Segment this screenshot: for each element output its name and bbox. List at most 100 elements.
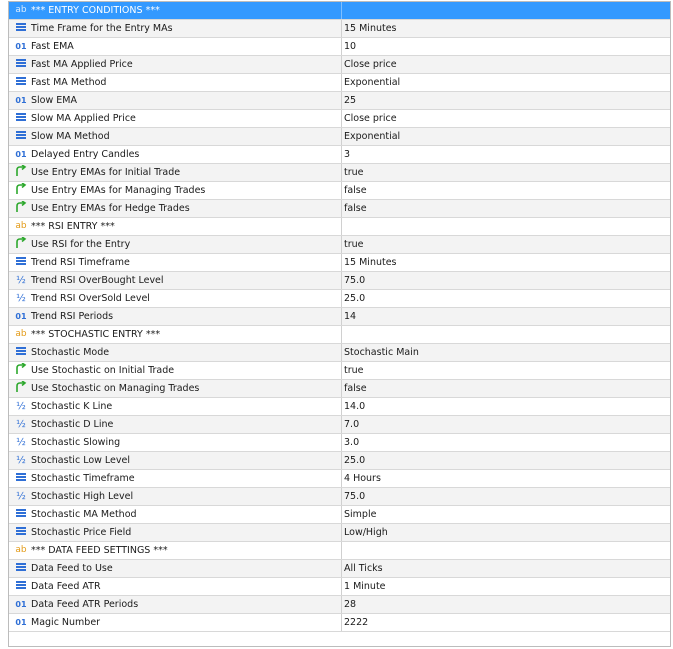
parameter-name-cell[interactable]: Fast MA Applied Price	[9, 56, 341, 73]
parameter-value[interactable]: 10	[344, 41, 356, 52]
parameter-value-cell[interactable]: 7.0	[341, 416, 670, 433]
parameter-value-cell[interactable]: 10	[341, 38, 670, 55]
parameter-value[interactable]: 3	[344, 149, 350, 160]
parameter-row[interactable]: 01 Trend RSI Periods 14	[9, 308, 670, 326]
parameter-name-cell[interactable]: Stochastic Mode	[9, 344, 341, 361]
parameter-name-cell[interactable]: Time Frame for the Entry MAs	[9, 20, 341, 37]
parameter-value-cell[interactable]: Low/High	[341, 524, 670, 541]
parameter-value-cell[interactable]: true	[341, 164, 670, 181]
parameter-value-cell[interactable]: 14.0	[341, 398, 670, 415]
parameter-name-cell[interactable]: ½ Stochastic D Line	[9, 416, 341, 433]
parameter-row[interactable]: Data Feed to Use All Ticks	[9, 560, 670, 578]
parameter-row[interactable]: 01 Delayed Entry Candles 3	[9, 146, 670, 164]
parameter-row[interactable]: Use RSI for the Entry true	[9, 236, 670, 254]
parameter-name-cell[interactable]: Fast MA Method	[9, 74, 341, 91]
parameter-name-cell[interactable]: 01 Trend RSI Periods	[9, 308, 341, 325]
parameter-row[interactable]: Use Entry EMAs for Managing Trades false	[9, 182, 670, 200]
parameter-value[interactable]: 25	[344, 95, 356, 106]
parameter-value-cell[interactable]: 75.0	[341, 488, 670, 505]
parameter-name-cell[interactable]: Stochastic MA Method	[9, 506, 341, 523]
parameter-value[interactable]: 15 Minutes	[344, 257, 397, 268]
parameter-value[interactable]: true	[344, 167, 364, 178]
parameter-name-cell[interactable]: Slow MA Method	[9, 128, 341, 145]
parameter-value-cell[interactable]: Exponential	[341, 74, 670, 91]
parameter-row[interactable]: 01 Data Feed ATR Periods 28	[9, 596, 670, 614]
parameter-row[interactable]: Slow MA Method Exponential	[9, 128, 670, 146]
parameter-value-cell[interactable]	[341, 2, 670, 19]
parameter-value-cell[interactable]: 15 Minutes	[341, 254, 670, 271]
parameter-value[interactable]: All Ticks	[344, 563, 383, 574]
parameter-row[interactable]: Fast MA Method Exponential	[9, 74, 670, 92]
parameter-value[interactable]: 14.0	[344, 401, 365, 412]
parameter-row[interactable]: Stochastic Price Field Low/High	[9, 524, 670, 542]
parameter-name-cell[interactable]: 01 Data Feed ATR Periods	[9, 596, 341, 613]
parameter-value-cell[interactable]: false	[341, 380, 670, 397]
parameter-row[interactable]: 01 Fast EMA 10	[9, 38, 670, 56]
parameter-row[interactable]: Stochastic Mode Stochastic Main	[9, 344, 670, 362]
parameter-value-cell[interactable]	[341, 326, 670, 343]
parameter-value-cell[interactable]: 4 Hours	[341, 470, 670, 487]
parameter-value[interactable]: Close price	[344, 59, 397, 70]
parameter-name-cell[interactable]: Data Feed to Use	[9, 560, 341, 577]
parameter-value-cell[interactable]: 25.0	[341, 452, 670, 469]
parameter-row[interactable]: ½ Stochastic High Level 75.0	[9, 488, 670, 506]
parameter-name-cell[interactable]: Trend RSI Timeframe	[9, 254, 341, 271]
parameter-name-cell[interactable]: Data Feed ATR	[9, 578, 341, 595]
parameter-row[interactable]: Use Entry EMAs for Hedge Trades false	[9, 200, 670, 218]
parameter-row[interactable]: ab *** STOCHASTIC ENTRY ***	[9, 326, 670, 344]
parameter-name-cell[interactable]: Slow MA Applied Price	[9, 110, 341, 127]
parameter-name-cell[interactable]: Use Stochastic on Managing Trades	[9, 380, 341, 397]
parameter-name-cell[interactable]: ½ Stochastic High Level	[9, 488, 341, 505]
parameter-value-cell[interactable]: 1 Minute	[341, 578, 670, 595]
parameter-value-cell[interactable]: true	[341, 362, 670, 379]
parameter-row[interactable]: 01 Magic Number 2222	[9, 614, 670, 632]
parameter-name-cell[interactable]: ab *** ENTRY CONDITIONS ***	[9, 2, 341, 19]
parameter-value[interactable]: Exponential	[344, 77, 400, 88]
parameter-value[interactable]: 4 Hours	[344, 473, 381, 484]
parameter-name-cell[interactable]: Stochastic Timeframe	[9, 470, 341, 487]
parameter-row[interactable]: ab *** ENTRY CONDITIONS ***	[9, 2, 670, 20]
parameter-row[interactable]: 01 Slow EMA 25	[9, 92, 670, 110]
parameter-name-cell[interactable]: 01 Fast EMA	[9, 38, 341, 55]
parameter-name-cell[interactable]: 01 Magic Number	[9, 614, 341, 631]
parameter-value-cell[interactable]: All Ticks	[341, 560, 670, 577]
parameter-row[interactable]: ½ Stochastic K Line 14.0	[9, 398, 670, 416]
parameter-value-cell[interactable]: 15 Minutes	[341, 20, 670, 37]
parameter-name-cell[interactable]: Use Entry EMAs for Initial Trade	[9, 164, 341, 181]
parameter-value[interactable]: 75.0	[344, 491, 365, 502]
parameter-value-cell[interactable]: 25.0	[341, 290, 670, 307]
parameter-name-cell[interactable]: 01 Slow EMA	[9, 92, 341, 109]
parameter-value-cell[interactable]: 3.0	[341, 434, 670, 451]
parameter-name-cell[interactable]: ab *** DATA FEED SETTINGS ***	[9, 542, 341, 559]
parameter-value[interactable]: 15 Minutes	[344, 23, 397, 34]
parameter-name-cell[interactable]: Use RSI for the Entry	[9, 236, 341, 253]
parameter-row[interactable]: Trend RSI Timeframe 15 Minutes	[9, 254, 670, 272]
parameter-value-cell[interactable]: 14	[341, 308, 670, 325]
parameter-row[interactable]: Slow MA Applied Price Close price	[9, 110, 670, 128]
parameter-value-cell[interactable]: Exponential	[341, 128, 670, 145]
parameter-value[interactable]: Exponential	[344, 131, 400, 142]
parameter-row[interactable]: ½ Trend RSI OverBought Level 75.0	[9, 272, 670, 290]
parameter-row[interactable]: Use Stochastic on Managing Trades false	[9, 380, 670, 398]
parameter-row[interactable]: Stochastic Timeframe 4 Hours	[9, 470, 670, 488]
parameter-value-cell[interactable]: 3	[341, 146, 670, 163]
parameter-name-cell[interactable]: ½ Trend RSI OverBought Level	[9, 272, 341, 289]
parameter-row[interactable]: ab *** DATA FEED SETTINGS ***	[9, 542, 670, 560]
parameter-row[interactable]: ½ Stochastic D Line 7.0	[9, 416, 670, 434]
parameter-value[interactable]: 25.0	[344, 293, 365, 304]
parameter-name-cell[interactable]: Use Stochastic on Initial Trade	[9, 362, 341, 379]
parameter-value[interactable]: false	[344, 185, 367, 196]
parameter-value[interactable]: 75.0	[344, 275, 365, 286]
parameter-value[interactable]: Stochastic Main	[344, 347, 419, 358]
parameter-value-cell[interactable]: 75.0	[341, 272, 670, 289]
parameter-value[interactable]: Simple	[344, 509, 376, 520]
parameter-value[interactable]: false	[344, 203, 367, 214]
parameter-value-cell[interactable]: 28	[341, 596, 670, 613]
parameter-value[interactable]: 1 Minute	[344, 581, 386, 592]
parameter-row[interactable]: ½ Trend RSI OverSold Level 25.0	[9, 290, 670, 308]
parameter-name-cell[interactable]: ab *** RSI ENTRY ***	[9, 218, 341, 235]
parameter-value[interactable]: 14	[344, 311, 356, 322]
parameter-value-cell[interactable]: false	[341, 200, 670, 217]
parameter-value-cell[interactable]: 25	[341, 92, 670, 109]
parameter-value[interactable]: 28	[344, 599, 356, 610]
